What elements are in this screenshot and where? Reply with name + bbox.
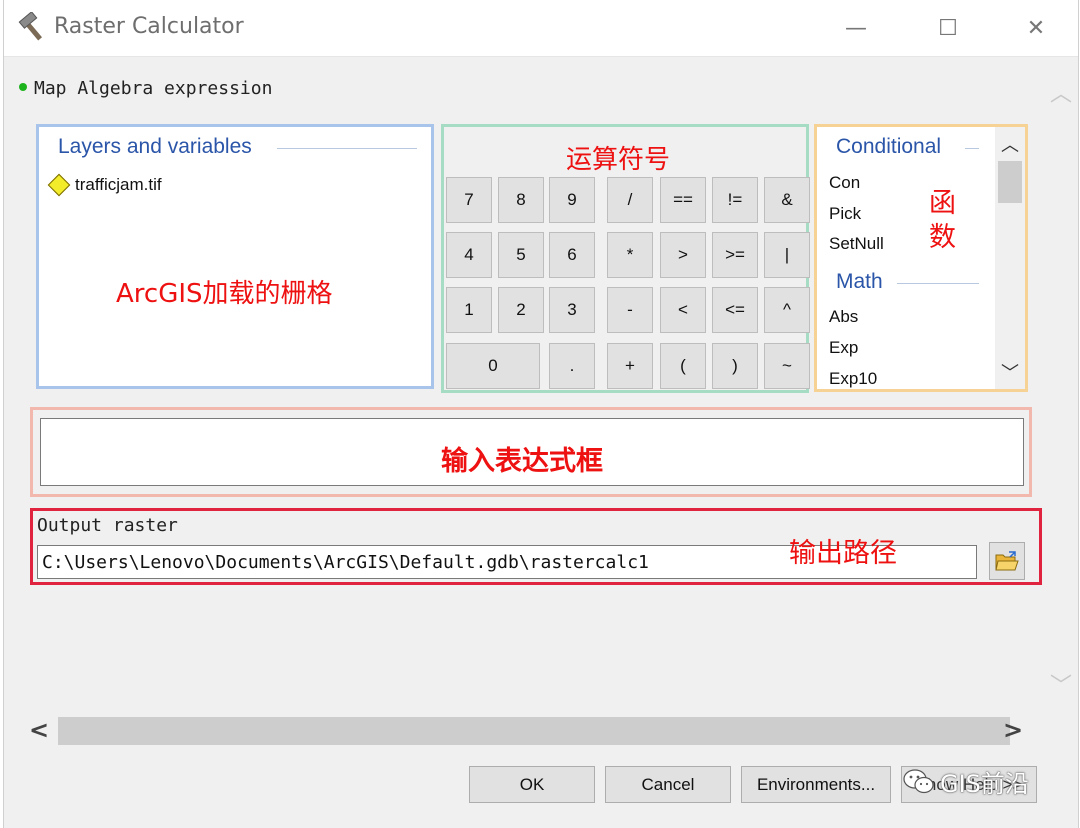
- operator-key[interactable]: 9: [549, 177, 595, 223]
- functions-panel: Conditional Con Pick SetNull Math Abs Ex…: [814, 124, 1028, 392]
- operator-key[interactable]: 6: [549, 232, 595, 278]
- operator-key[interactable]: /: [607, 177, 653, 223]
- operator-key[interactable]: 5: [498, 232, 544, 278]
- operator-key[interactable]: 7: [446, 177, 492, 223]
- watermark: GIS前沿: [902, 764, 1029, 799]
- scroll-thumb[interactable]: [998, 161, 1022, 203]
- operator-key[interactable]: 4: [446, 232, 492, 278]
- functions-annotation: 函数: [929, 188, 956, 253]
- horizontal-scrollbar[interactable]: < >: [22, 714, 1044, 748]
- function-item-exp10[interactable]: Exp10: [829, 369, 877, 389]
- output-raster-frame: Output raster C:\Users\Lenovo\Documents\…: [30, 508, 1042, 585]
- required-indicator-icon: [19, 83, 27, 91]
- operator-key[interactable]: <=: [712, 287, 758, 333]
- vertical-scrollbar[interactable]: ︿ ﹀: [1044, 60, 1078, 715]
- operator-key[interactable]: ~: [764, 343, 810, 389]
- window-title: Raster Calculator: [54, 14, 244, 39]
- scroll-down-icon[interactable]: ﹀: [995, 359, 1025, 385]
- operator-key[interactable]: <: [660, 287, 706, 333]
- scroll-up-icon[interactable]: ︿: [995, 131, 1025, 157]
- operator-key[interactable]: |: [764, 232, 810, 278]
- operator-key[interactable]: 8: [498, 177, 544, 223]
- operator-key[interactable]: +: [607, 343, 653, 389]
- function-item-abs[interactable]: Abs: [829, 307, 858, 327]
- browse-button[interactable]: [989, 542, 1025, 580]
- functions-scrollbar[interactable]: ︿ ﹀: [995, 127, 1025, 389]
- scroll-right-icon[interactable]: >: [1000, 716, 1026, 746]
- scroll-thumb[interactable]: [58, 717, 1010, 745]
- function-item-con[interactable]: Con: [829, 173, 860, 193]
- minimize-icon: —: [845, 15, 867, 41]
- operator-key[interactable]: ^: [764, 287, 810, 333]
- operator-key[interactable]: !=: [712, 177, 758, 223]
- layers-annotation: ArcGIS加载的栅格: [116, 279, 333, 309]
- environments-button[interactable]: Environments...: [741, 766, 891, 803]
- maximize-button[interactable]: ☐: [918, 6, 978, 50]
- expression-annotation: 输入表达式框: [441, 446, 603, 477]
- maximize-icon: ☐: [938, 15, 958, 41]
- wechat-icon: [903, 768, 934, 793]
- raster-calculator-window: Raster Calculator — ☐ ✕ Map Algebra expr…: [3, 0, 1079, 828]
- group-divider: [897, 283, 979, 284]
- conditional-group-title: Conditional: [836, 135, 942, 158]
- operators-panel: 运算符号 7 8 9 /== != & 4 5 6 * > >= | 1 2 3- < <= ^ 0. +() ~: [441, 124, 810, 393]
- open-folder-icon: [995, 551, 1019, 571]
- operator-key[interactable]: >: [660, 232, 706, 278]
- function-item-exp[interactable]: Exp: [829, 338, 858, 358]
- operator-key[interactable]: 1: [446, 287, 492, 333]
- ok-button[interactable]: OK: [469, 766, 595, 803]
- operator-key[interactable]: 3: [549, 287, 595, 333]
- close-icon: ✕: [1026, 15, 1046, 41]
- operator-key[interactable]: 0: [446, 343, 540, 389]
- layers-group-title: Layers and variables: [58, 135, 252, 158]
- operator-key[interactable]: >=: [712, 232, 758, 278]
- scroll-up-icon[interactable]: ︿: [1048, 76, 1074, 107]
- hammer-icon: [18, 12, 43, 41]
- operator-key[interactable]: *: [607, 232, 653, 278]
- function-item-setnull[interactable]: SetNull: [829, 234, 884, 254]
- operator-key[interactable]: ): [712, 343, 758, 389]
- cancel-button[interactable]: Cancel: [605, 766, 731, 803]
- operator-key[interactable]: -: [607, 287, 653, 333]
- group-divider: [277, 148, 417, 149]
- operator-key[interactable]: .: [549, 343, 595, 389]
- scroll-down-icon[interactable]: ﹀: [1048, 668, 1074, 699]
- output-raster-label: Output raster: [37, 515, 178, 536]
- operator-key[interactable]: ==: [660, 177, 706, 223]
- math-group-title: Math: [836, 270, 883, 293]
- group-divider: [965, 148, 979, 149]
- function-item-pick[interactable]: Pick: [829, 204, 861, 224]
- operator-key[interactable]: (: [660, 343, 706, 389]
- title-bar: Raster Calculator — ☐ ✕: [4, 0, 1078, 57]
- expression-box-frame: 输入表达式框: [30, 407, 1032, 497]
- minimize-button[interactable]: —: [826, 6, 886, 50]
- watermark-text: GIS前沿: [940, 770, 1029, 798]
- operator-key[interactable]: 2: [498, 287, 544, 333]
- raster-layer-icon: [47, 173, 71, 197]
- operators-annotation: 运算符号: [566, 145, 671, 175]
- close-button[interactable]: ✕: [1006, 6, 1066, 50]
- layer-item-label: trafficjam.tif: [75, 175, 162, 194]
- scroll-left-icon[interactable]: <: [26, 716, 52, 746]
- output-annotation: 输出路径: [789, 538, 897, 569]
- operator-key[interactable]: &: [764, 177, 810, 223]
- map-algebra-label: Map Algebra expression: [34, 78, 273, 99]
- layers-and-variables-panel: Layers and variables trafficjam.tif ArcG…: [36, 124, 434, 389]
- layer-item-trafficjam[interactable]: trafficjam.tif: [47, 173, 162, 197]
